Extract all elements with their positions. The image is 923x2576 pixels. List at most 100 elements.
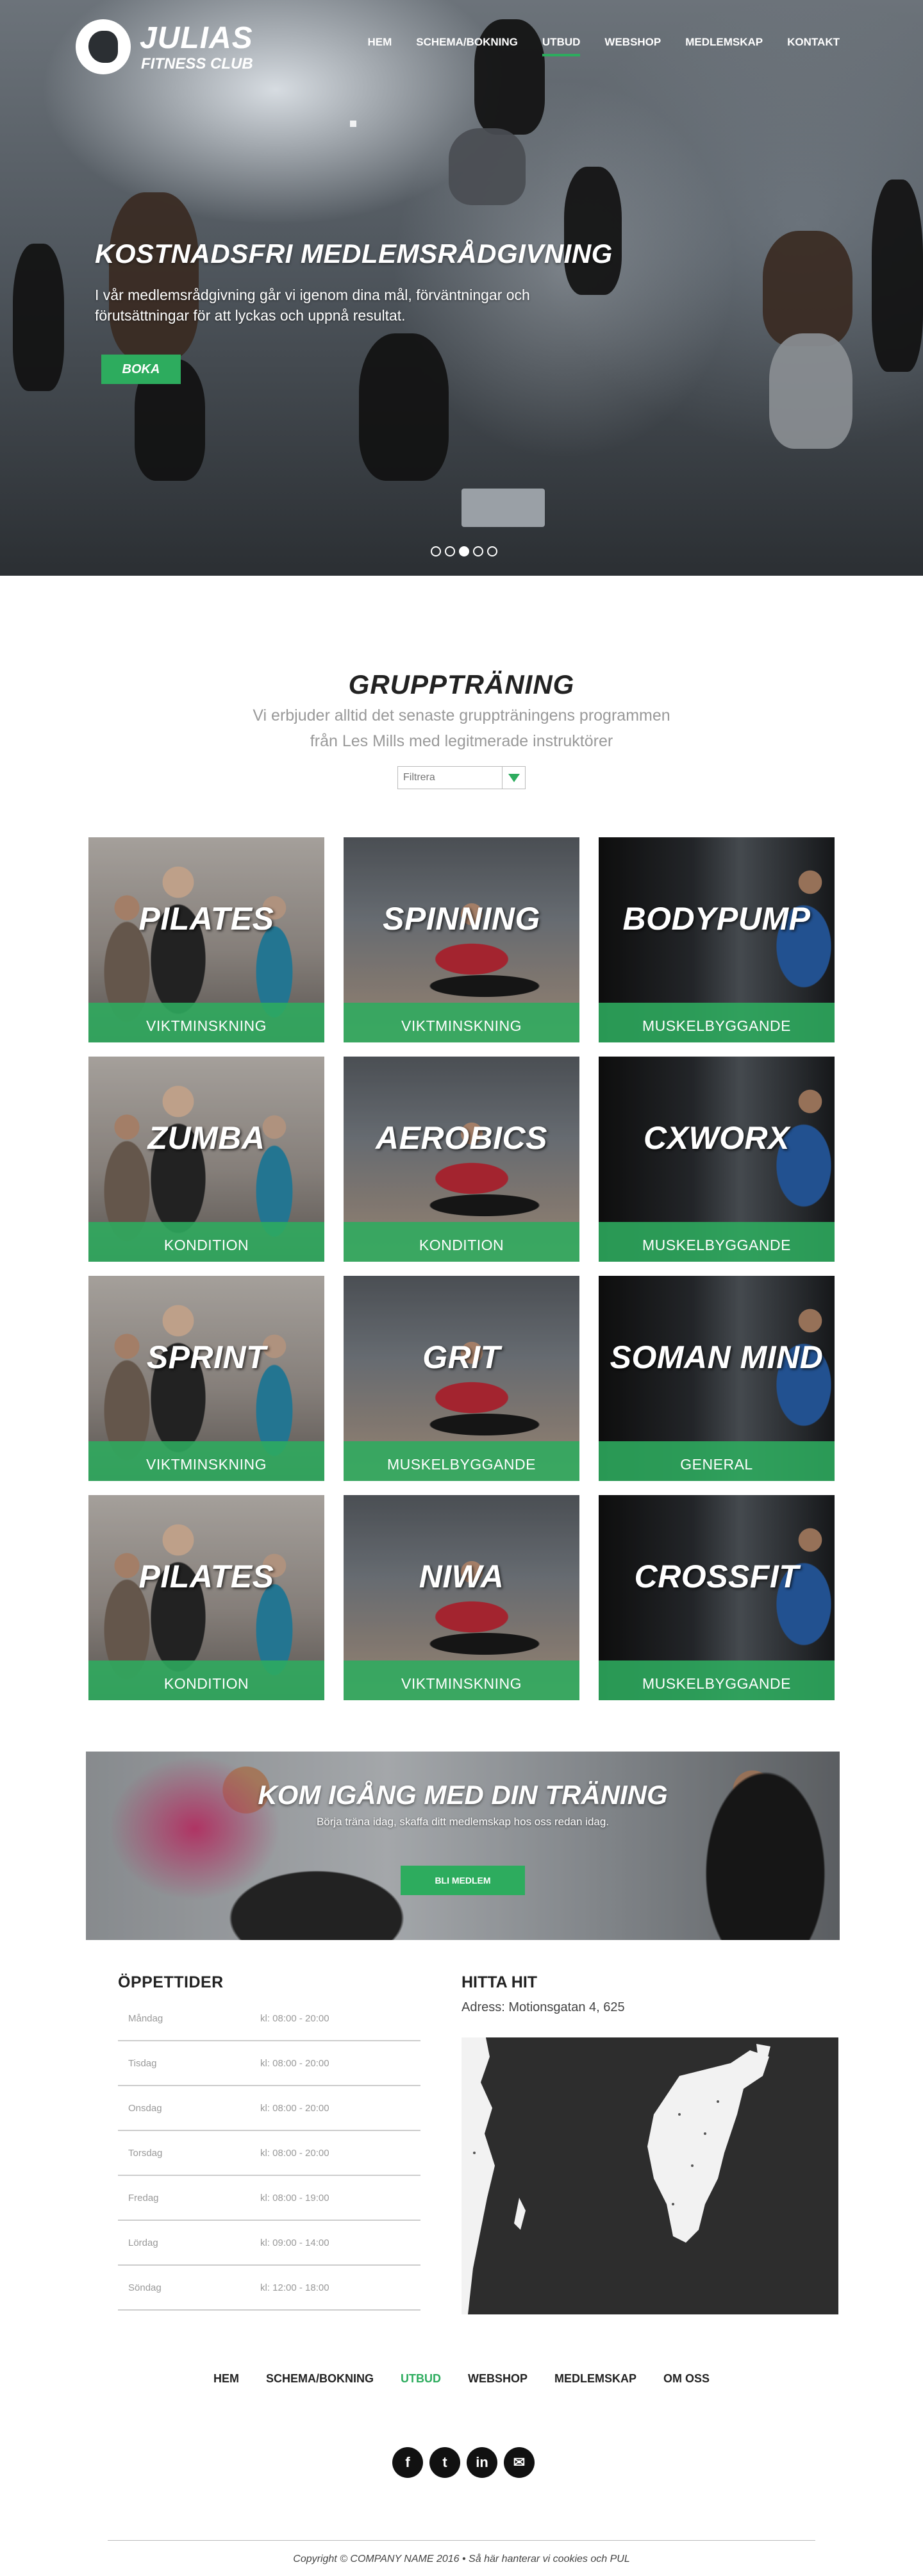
hero-figure <box>449 128 526 205</box>
day-label: Fredag <box>128 2193 159 2204</box>
nav-item-utbud[interactable]: UTBUD <box>542 33 580 56</box>
nav-item-medlemskap[interactable]: MEDLEMSKAP <box>685 33 763 51</box>
class-name: CXWORX <box>644 1120 790 1156</box>
footer-divider <box>108 2540 815 2541</box>
class-card[interactable]: PILATES KONDITION <box>88 1495 324 1700</box>
chevron-down-icon[interactable] <box>502 767 525 789</box>
class-category: MUSKELBYGGANDE <box>599 1660 835 1700</box>
footer-nav-item-medlemskap[interactable]: MEDLEMSKAP <box>554 2372 636 2386</box>
mail-icon[interactable]: ✉ <box>504 2447 535 2478</box>
copyright-text: Copyright © COMPANY NAME 2016 • Så här h… <box>293 2554 630 2564</box>
class-category: KONDITION <box>344 1222 579 1262</box>
brand-logo[interactable]: JULIAS FITNESS CLUB <box>76 18 268 76</box>
class-name: AEROBICS <box>376 1120 547 1156</box>
footer-nav-item-utbud[interactable]: UTBUD <box>401 2372 441 2386</box>
class-category: VIKTMINSKNING <box>88 1003 324 1042</box>
class-card[interactable]: AEROBICS KONDITION <box>344 1057 579 1262</box>
class-card[interactable]: ZUMBA KONDITION <box>88 1057 324 1262</box>
group-training-subtitle: Vi erbjuder alltid det senaste gruppträn… <box>253 707 670 750</box>
nav-item-schema-bokning[interactable]: SCHEMA/BOKNING <box>416 33 518 51</box>
hero-figure <box>872 180 923 372</box>
nav-item-hem[interactable]: HEM <box>367 33 392 51</box>
table-row: Fredag kl: 08:00 - 19:00 <box>118 2176 420 2221</box>
opening-hours-title: ÖPPETTIDER <box>118 1973 224 1991</box>
hero-title: KOSTNADSFRI MEDLEMSRÅDGIVNING <box>95 238 613 269</box>
filter-input[interactable] <box>398 767 503 789</box>
filter-select[interactable] <box>397 766 526 789</box>
slider-dots <box>431 546 497 556</box>
class-category: VIKTMINSKNING <box>344 1003 579 1042</box>
opening-hours-table: Måndag kl: 08:00 - 20:00 Tisdag kl: 08:00 -… <box>118 1996 420 2311</box>
cta-subtitle: Börja träna idag, skaffa ditt medlemskap… <box>316 1816 610 1828</box>
logo-icon <box>76 19 131 74</box>
class-category: MUSKELBYGGANDE <box>599 1003 835 1042</box>
map[interactable] <box>462 2037 838 2314</box>
class-card[interactable]: CXWORX MUSKELBYGGANDE <box>599 1057 835 1262</box>
class-card[interactable]: PILATES VIKTMINSKNING <box>88 837 324 1042</box>
find-us-title: HITTA HIT <box>462 1973 538 1991</box>
hero-figure <box>13 244 64 391</box>
social-links: f t in ✉ <box>392 2447 535 2478</box>
class-card[interactable]: GRIT MUSKELBYGGANDE <box>344 1276 579 1481</box>
class-name: PILATES <box>138 1559 274 1594</box>
class-category: MUSKELBYGGANDE <box>599 1222 835 1262</box>
class-name: SPINNING <box>383 901 540 937</box>
class-name: ZUMBA <box>147 1120 265 1156</box>
table-row: Söndag kl: 12:00 - 18:00 <box>118 2266 420 2311</box>
footer-nav-item-om-oss[interactable]: OM OSS <box>663 2372 710 2386</box>
become-member-button[interactable]: BLI MEDLEM <box>401 1866 525 1895</box>
class-name: PILATES <box>138 901 274 937</box>
address-text: Adress: Motionsgatan 4, 625 <box>462 2000 625 2014</box>
cta-title: KOM IGÅNG MED DIN TRÄNING <box>258 1780 668 1810</box>
facebook-icon[interactable]: f <box>392 2447 423 2478</box>
footer-nav-item-hem[interactable]: HEM <box>213 2372 239 2386</box>
class-name: BODYPUMP <box>622 901 811 937</box>
time-value: kl: 08:00 - 20:00 <box>260 2013 329 2024</box>
hero-banner: JULIAS FITNESS CLUB HEM SCHEMA/BOKNING UTB… <box>0 0 923 576</box>
slider-dot[interactable] <box>445 546 455 556</box>
table-row: Onsdag kl: 08:00 - 20:00 <box>118 2086 420 2131</box>
nav-item-kontakt[interactable]: KONTAKT <box>787 33 840 51</box>
linkedin-icon[interactable]: in <box>467 2447 497 2478</box>
class-category: KONDITION <box>88 1222 324 1262</box>
slider-dot[interactable] <box>431 546 441 556</box>
step-platform <box>462 489 545 527</box>
nav-item-webshop[interactable]: WEBSHOP <box>604 33 661 51</box>
time-value: kl: 08:00 - 20:00 <box>260 2058 329 2069</box>
time-value: kl: 08:00 - 19:00 <box>260 2193 329 2204</box>
book-button[interactable]: BOKA <box>101 355 181 384</box>
class-name: SPRINT <box>146 1339 267 1375</box>
slider-dot[interactable] <box>459 546 469 556</box>
twitter-icon[interactable]: t <box>429 2447 460 2478</box>
table-row: Måndag kl: 08:00 - 20:00 <box>118 1996 420 2041</box>
hero-figure <box>109 192 199 359</box>
class-name: NIWA <box>419 1559 504 1594</box>
footer-nav-item-schema-bokning[interactable]: SCHEMA/BOKNING <box>266 2372 374 2386</box>
slider-dot[interactable] <box>487 546 497 556</box>
class-category: KONDITION <box>88 1660 324 1700</box>
class-name: SOMAN MIND <box>610 1339 824 1375</box>
brand-subtitle: FITNESS CLUB <box>141 55 253 72</box>
class-category: VIKTMINSKNING <box>88 1441 324 1481</box>
class-card[interactable]: SOMAN MIND GENERAL <box>599 1276 835 1481</box>
footer-nav-item-webshop[interactable]: WEBSHOP <box>468 2372 528 2386</box>
hero-figure <box>769 333 852 449</box>
class-name: GRIT <box>422 1339 501 1375</box>
table-row: Tisdag kl: 08:00 - 20:00 <box>118 2041 420 2086</box>
table-row: Torsdag kl: 08:00 - 20:00 <box>118 2131 420 2176</box>
class-card[interactable]: CROSSFIT MUSKELBYGGANDE <box>599 1495 835 1700</box>
hero-text: I vår medlemsrådgivning går vi igenom di… <box>95 287 530 324</box>
class-category: GENERAL <box>599 1441 835 1481</box>
slider-dot[interactable] <box>473 546 483 556</box>
day-label: Lördag <box>128 2237 158 2248</box>
class-card[interactable]: BODYPUMP MUSKELBYGGANDE <box>599 837 835 1042</box>
map-graphic <box>462 2037 770 2314</box>
table-row: Lördag kl: 09:00 - 14:00 <box>118 2221 420 2266</box>
day-label: Torsdag <box>128 2148 163 2159</box>
class-card[interactable]: SPINNING VIKTMINSKNING <box>344 837 579 1042</box>
day-label: Måndag <box>128 2013 163 2024</box>
hero-figure <box>763 231 852 346</box>
class-card[interactable]: NIWA VIKTMINSKNING <box>344 1495 579 1700</box>
class-card[interactable]: SPRINT VIKTMINSKNING <box>88 1276 324 1481</box>
hero-figure <box>564 167 622 295</box>
